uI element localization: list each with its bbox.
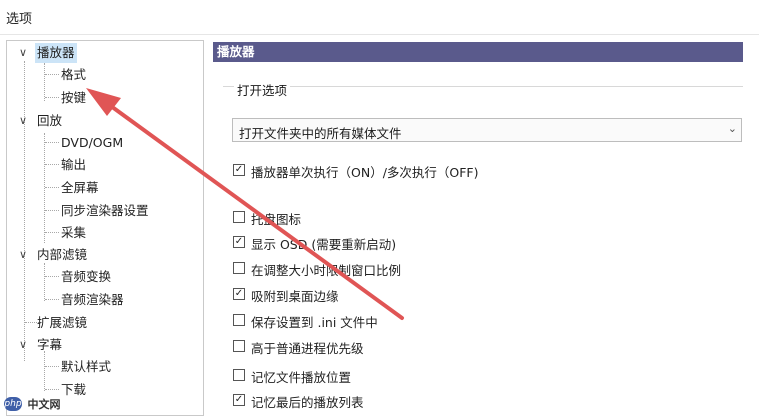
tree-connector	[45, 276, 59, 277]
tree-item-external-filters[interactable]: 扩展滤镜	[35, 313, 89, 333]
options-tree[interactable]: ∨ 播放器 格式 按键 ∨ 回放 DVD/OGM 输出 全屏幕 同步渲染器设置 …	[6, 40, 204, 416]
checkbox-label: 播放器单次执行（ON）/多次执行（OFF)	[251, 165, 479, 180]
tree-guide-line	[24, 61, 25, 361]
checkbox-box[interactable]: ✓	[233, 394, 245, 406]
expand-toggle-icon[interactable]: ∨	[17, 43, 29, 63]
tree-item-dvd-ogm[interactable]: DVD/OGM	[59, 133, 125, 153]
checkbox-label: 托盘图标	[251, 212, 302, 227]
checkbox-label: 保存设置到 .ini 文件中	[251, 315, 378, 330]
tree-item-internal-filters[interactable]: 内部滤镜	[35, 245, 89, 265]
checkbox-box[interactable]	[233, 340, 245, 352]
tree-connector	[45, 232, 59, 233]
tree-connector	[45, 389, 59, 390]
watermark: php 中文网	[4, 396, 61, 412]
tree-connector	[45, 97, 59, 98]
tree-guide-line	[44, 133, 45, 243]
tree-connector	[45, 299, 59, 300]
tree-item-playback[interactable]: 回放	[35, 111, 64, 131]
checkbox-label: 吸附到桌面边缘	[251, 289, 339, 304]
tree-item-fullscreen[interactable]: 全屏幕	[59, 178, 101, 198]
group-title: 打开选项	[234, 80, 291, 99]
checkbox-label: 显示 OSD (需要重新启动)	[251, 237, 397, 252]
tree-item-default-style[interactable]: 默认样式	[59, 357, 113, 377]
tree-connector	[45, 164, 59, 165]
tree-connector	[45, 366, 59, 367]
checkbox-box[interactable]	[233, 314, 245, 326]
open-mode-select[interactable]: 打开文件夹中的所有媒体文件 ⌄	[232, 118, 742, 142]
tree-connector	[45, 142, 59, 143]
checkbox-box[interactable]: ✓	[233, 236, 245, 248]
tree-item-format[interactable]: 格式	[59, 65, 88, 85]
tree-guide-line	[44, 351, 45, 391]
tree-item-capture[interactable]: 采集	[59, 223, 88, 243]
checkbox-box[interactable]	[233, 369, 245, 381]
tree-item-subtitles[interactable]: 字幕	[35, 335, 64, 355]
page-title-bar: 播放器	[213, 42, 743, 62]
checkbox-box[interactable]	[233, 262, 245, 274]
checkbox-label: 在调整大小时限制窗口比例	[251, 263, 402, 278]
expand-toggle-icon[interactable]: ∨	[17, 245, 29, 265]
tree-item-sync-renderer[interactable]: 同步渲染器设置	[59, 201, 151, 221]
tree-connector	[45, 210, 59, 211]
watermark-text: 中文网	[27, 398, 61, 411]
expand-toggle-icon[interactable]: ∨	[17, 111, 29, 131]
expand-toggle-icon[interactable]: ∨	[17, 335, 29, 355]
checkbox-label: 记忆文件播放位置	[251, 370, 352, 385]
tree-item-audio-switcher[interactable]: 音频变换	[59, 267, 113, 287]
title-bar: 选项	[0, 0, 759, 35]
tree-item-player[interactable]: 播放器	[35, 43, 77, 63]
chevron-down-icon[interactable]: ⌄	[728, 122, 737, 135]
watermark-logo: php	[4, 397, 22, 411]
checkbox-box[interactable]	[233, 211, 245, 223]
page-title: 播放器	[217, 44, 255, 59]
tree-item-keys[interactable]: 按键	[59, 88, 88, 108]
open-mode-value: 打开文件夹中的所有媒体文件	[239, 126, 402, 141]
checkbox-box[interactable]: ✓	[233, 164, 245, 176]
tree-guide-line	[44, 63, 45, 101]
tree-item-download[interactable]: 下载	[59, 380, 88, 400]
tree-connector	[45, 74, 59, 75]
tree-item-audio-renderer[interactable]: 音频渲染器	[59, 290, 126, 310]
window-title: 选项	[6, 12, 33, 27]
tree-connector	[45, 187, 59, 188]
tree-guide-line	[44, 263, 45, 301]
tree-item-output[interactable]: 输出	[59, 155, 88, 175]
checkbox-label: 记忆最后的播放列表	[251, 395, 364, 410]
checkbox-box[interactable]: ✓	[233, 288, 245, 300]
checkbox-label: 高于普通进程优先级	[251, 341, 364, 356]
